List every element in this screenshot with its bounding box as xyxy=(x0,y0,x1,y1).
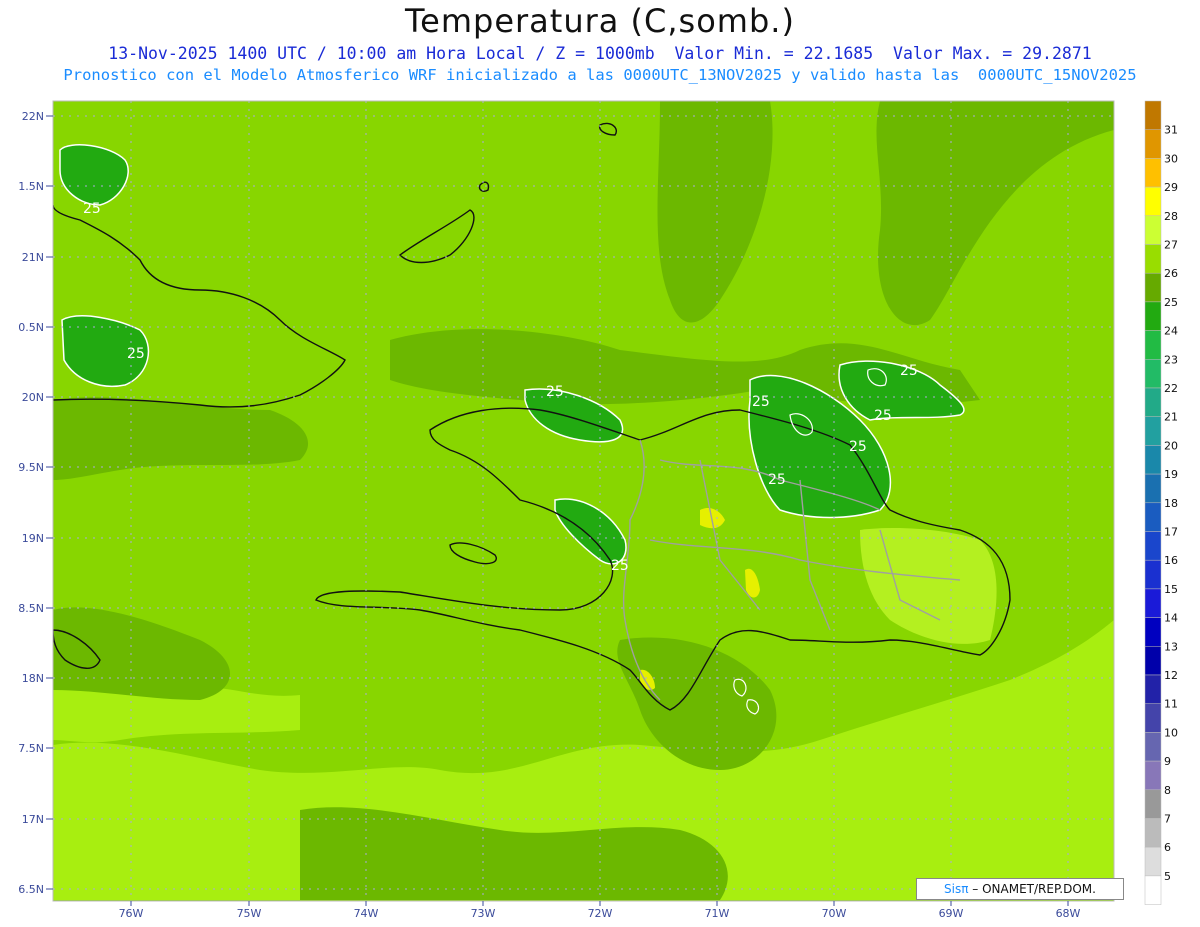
colorbar-swatch xyxy=(1144,617,1162,647)
colorbar-swatch xyxy=(1144,703,1162,733)
lon-label: 71W xyxy=(705,907,730,920)
temperature-map: 25 25 25 25 25 25 25 25 25 22N 1.5N 21N … xyxy=(18,100,1178,920)
colorbar-swatch xyxy=(1144,760,1162,791)
lon-ticks xyxy=(130,901,1069,906)
colorbar-swatch xyxy=(1144,732,1162,762)
lat-label: 17N xyxy=(22,813,44,826)
colorbar-swatch xyxy=(1144,559,1162,590)
contour-label: 25 xyxy=(849,439,867,455)
lat-label: 9.5N xyxy=(18,461,44,474)
colorbar-swatch xyxy=(1144,473,1162,504)
colorbar-label: 15 xyxy=(1164,583,1178,596)
colorbar-swatch xyxy=(1144,531,1162,561)
colorbar-swatch xyxy=(1144,445,1162,475)
lon-label: 72W xyxy=(588,907,613,920)
colorbar-label: 28 xyxy=(1164,210,1178,223)
colorbar-label: 7 xyxy=(1164,813,1171,826)
colorbar-swatch xyxy=(1144,244,1162,274)
colorbar-swatch xyxy=(1144,129,1162,159)
colorbar-label: 8 xyxy=(1164,784,1171,797)
lon-label: 74W xyxy=(354,907,379,920)
colorbar-swatch xyxy=(1144,789,1162,819)
contour-label: 25 xyxy=(874,408,892,424)
colorbar-label: 10 xyxy=(1164,726,1178,739)
colorbar-label: 14 xyxy=(1164,612,1178,625)
lat-label: 20N xyxy=(22,391,44,404)
lat-label: 0.5N xyxy=(18,321,44,334)
lon-label: 70W xyxy=(822,907,847,920)
colorbar-label: 6 xyxy=(1164,841,1171,854)
colorbar-swatch xyxy=(1144,215,1162,245)
colorbar-swatch xyxy=(1144,875,1162,905)
colorbar-label: 24 xyxy=(1164,325,1178,338)
colorbar-swatch xyxy=(1144,158,1162,188)
contour-label: 25 xyxy=(611,558,629,574)
colorbar-swatch xyxy=(1144,416,1162,446)
lat-ticks xyxy=(46,115,53,890)
contour-label: 25 xyxy=(83,201,101,217)
lat-label: 21N xyxy=(22,251,44,264)
credit-box: Sisπ – ONAMET/REP.DOM. xyxy=(916,878,1124,900)
lat-label: 7.5N xyxy=(18,742,44,755)
lon-label: 73W xyxy=(471,907,496,920)
lat-label: 19N xyxy=(22,532,44,545)
shaded-field xyxy=(53,101,1114,901)
colorbar-label: 22 xyxy=(1164,382,1178,395)
colorbar-swatch xyxy=(1144,330,1162,360)
colorbar-swatch xyxy=(1144,846,1162,877)
latitude-axis: 22N 1.5N 21N 0.5N 20N 9.5N 19N 8.5N 18N … xyxy=(18,110,44,896)
colorbar-label: 20 xyxy=(1164,439,1178,452)
colorbar-label: 26 xyxy=(1164,267,1178,280)
colorbar-swatch xyxy=(1144,502,1162,532)
colorbar-label: 23 xyxy=(1164,353,1178,366)
colorbar-swatch xyxy=(1144,186,1162,217)
colorbar-swatch xyxy=(1144,387,1162,417)
contour-label: 25 xyxy=(768,472,786,488)
colorbar-label: 13 xyxy=(1164,640,1178,653)
lon-label: 68W xyxy=(1056,907,1081,920)
longitude-axis: 76W 75W 74W 73W 72W 71W 70W 69W 68W xyxy=(119,907,1081,920)
colorbar-label: 9 xyxy=(1164,755,1171,768)
contour-label: 25 xyxy=(752,394,770,410)
lat-label: 22N xyxy=(22,110,44,123)
contour-label: 25 xyxy=(546,384,564,400)
colorbar-label: 16 xyxy=(1164,554,1178,567)
colorbar-swatch xyxy=(1144,301,1162,331)
colorbar-label: 30 xyxy=(1164,152,1178,165)
colorbar-swatch xyxy=(1144,818,1162,848)
contour-label: 25 xyxy=(900,363,918,379)
lon-label: 76W xyxy=(119,907,144,920)
lon-label: 75W xyxy=(237,907,262,920)
colorbar-label: 25 xyxy=(1164,296,1178,309)
colorbar-label: 11 xyxy=(1164,698,1178,711)
lat-label: 6.5N xyxy=(18,883,44,896)
colorbar-label: 19 xyxy=(1164,468,1178,481)
colorbar-swatch xyxy=(1144,588,1162,618)
colorbar-legend: 31 30 29 28 27 26 25 24 23 22 21 20 19 18 17 16 15 14 13 12… xyxy=(1144,100,1178,905)
colorbar-label: 5 xyxy=(1164,870,1171,883)
lon-label: 69W xyxy=(939,907,964,920)
colorbar-swatch xyxy=(1144,100,1162,130)
contour-label: 25 xyxy=(127,346,145,362)
lat-label: 18N xyxy=(22,672,44,685)
credit-brand: Sisπ xyxy=(944,882,969,896)
colorbar-swatch xyxy=(1144,674,1162,704)
lat-label: 8.5N xyxy=(18,602,44,615)
colorbar-label: 27 xyxy=(1164,239,1178,252)
colorbar-label: 17 xyxy=(1164,526,1178,539)
credit-text: – ONAMET/REP.DOM. xyxy=(968,882,1096,896)
colorbar-label: 18 xyxy=(1164,497,1178,510)
colorbar-swatch xyxy=(1144,272,1162,303)
lat-label: 1.5N xyxy=(18,180,44,193)
colorbar-label: 31 xyxy=(1164,124,1178,137)
colorbar-swatch xyxy=(1144,646,1162,676)
colorbar-label: 21 xyxy=(1164,411,1178,424)
colorbar-swatch xyxy=(1144,359,1162,389)
colorbar-label: 12 xyxy=(1164,669,1178,682)
colorbar-label: 29 xyxy=(1164,181,1178,194)
